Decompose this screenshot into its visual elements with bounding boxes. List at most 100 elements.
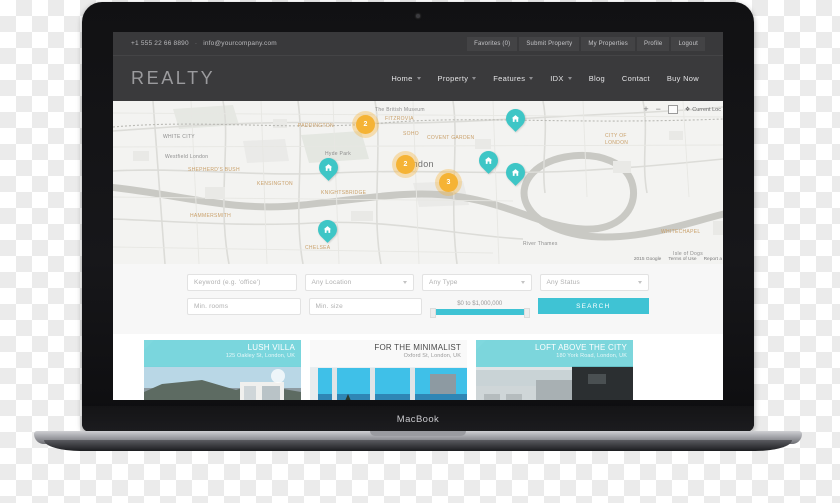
attribution-terms[interactable]: Terms of Use bbox=[668, 257, 696, 262]
nav-item-blog[interactable]: Blog bbox=[589, 74, 605, 83]
map-label: The British Museum bbox=[375, 107, 425, 113]
property-card[interactable]: LOFT ABOVE THE CITY 180 York Road, Londo… bbox=[476, 340, 633, 400]
house-icon bbox=[324, 164, 333, 171]
zoom-out-button[interactable]: − bbox=[656, 105, 661, 114]
laptop-base bbox=[34, 431, 802, 453]
nav-label: Features bbox=[493, 74, 526, 83]
type-value: Any Type bbox=[429, 279, 458, 286]
contact-info: +1 555 22 66 8890 · info@yourcompany.com bbox=[131, 40, 277, 47]
current-location-button[interactable]: ❖ Current Loc bbox=[684, 106, 721, 114]
nav-label: Home bbox=[391, 74, 413, 83]
zoom-in-button[interactable]: + bbox=[643, 105, 648, 114]
laptop-chin: MacBook bbox=[82, 406, 754, 432]
property-address: 125 Oakley St, London, UK bbox=[225, 353, 295, 360]
map-pin-property[interactable] bbox=[475, 147, 502, 176]
nav-item-buy-now[interactable]: Buy Now bbox=[667, 74, 699, 83]
map-label: PADDINGTON bbox=[298, 123, 334, 129]
link-submit-property[interactable]: Submit Property bbox=[519, 36, 580, 51]
price-range-slider[interactable]: $0 to $1,000,000 bbox=[430, 298, 530, 318]
link-profile[interactable]: Profile bbox=[637, 36, 670, 51]
property-caption: LUSH VILLA 125 Oakley St, London, UK bbox=[144, 340, 301, 367]
slider-fill bbox=[433, 309, 527, 315]
map-label: FITZROVIA bbox=[385, 116, 414, 122]
chevron-down-icon bbox=[472, 77, 477, 80]
map-pin-property[interactable] bbox=[502, 159, 529, 188]
map-pin-property[interactable] bbox=[314, 216, 341, 245]
house-icon bbox=[511, 169, 520, 176]
search-form: Keyword (e.g. 'office') Any Location Any… bbox=[187, 274, 649, 322]
slider-handle-min[interactable] bbox=[430, 308, 436, 318]
link-logout[interactable]: Logout bbox=[671, 36, 705, 51]
webcam-icon bbox=[416, 14, 420, 18]
location-value: Any Location bbox=[311, 279, 352, 286]
property-card[interactable]: LUSH VILLA 125 Oakley St, London, UK bbox=[144, 340, 301, 400]
slider-handle-max[interactable] bbox=[523, 308, 530, 318]
nav-item-contact[interactable]: Contact bbox=[622, 74, 650, 83]
property-title: FOR THE MINIMALIST bbox=[374, 343, 461, 352]
link-favorites[interactable]: Favorites (0) bbox=[467, 36, 518, 51]
laptop-lid: +1 555 22 66 8890 · info@yourcompany.com… bbox=[82, 2, 754, 432]
map-tiles bbox=[113, 101, 723, 264]
map-label: COVENT GARDEN bbox=[427, 135, 475, 141]
map-label: WHITECHAPEL bbox=[661, 229, 701, 235]
link-my-properties[interactable]: My Properties bbox=[581, 36, 636, 51]
attribution-report[interactable]: Report a bbox=[704, 257, 722, 262]
slider-track[interactable] bbox=[430, 308, 530, 318]
house-icon bbox=[511, 115, 520, 122]
chevron-down-icon bbox=[529, 77, 534, 80]
map-cluster-marker[interactable]: 3 bbox=[439, 173, 458, 192]
type-select[interactable]: Any Type bbox=[422, 274, 532, 291]
keyword-placeholder: Keyword (e.g. 'office') bbox=[194, 279, 261, 286]
house-icon bbox=[484, 157, 493, 164]
current-location-label: Current Loc bbox=[692, 106, 721, 113]
nav-item-idx[interactable]: IDX bbox=[550, 74, 572, 83]
map-label: KENSINGTON bbox=[257, 181, 293, 187]
status-value: Any Status bbox=[546, 279, 580, 286]
min-rooms-placeholder: Min. rooms bbox=[194, 303, 229, 310]
nav-item-features[interactable]: Features bbox=[493, 74, 534, 83]
house-icon bbox=[323, 226, 332, 233]
map-cluster-marker[interactable]: 2 bbox=[356, 115, 375, 134]
attribution-google: 2015 Google bbox=[633, 257, 662, 262]
main-navigation: Home Property Features IDX Blog Contact … bbox=[391, 74, 705, 83]
map-hero[interactable]: London PADDINGTON WHITE CITY Westfield L… bbox=[113, 101, 723, 264]
min-rooms-input[interactable]: Min. rooms bbox=[187, 298, 301, 315]
chevron-down-icon bbox=[416, 77, 421, 80]
crosshair-icon: ❖ bbox=[684, 107, 691, 113]
property-caption: FOR THE MINIMALIST Oxford St, London, UK bbox=[310, 340, 467, 367]
separator-dot: · bbox=[194, 40, 198, 47]
map-label: HAMMERSMITH bbox=[190, 213, 232, 219]
nav-item-property[interactable]: Property bbox=[438, 74, 477, 83]
map-type-icon[interactable] bbox=[667, 105, 678, 114]
min-size-input[interactable]: Min. size bbox=[308, 298, 422, 315]
site-logo[interactable]: REALTY bbox=[131, 68, 215, 89]
nav-label: IDX bbox=[550, 74, 564, 83]
map-label: SOHO bbox=[403, 131, 419, 137]
property-address: 180 York Road, London, UK bbox=[556, 353, 627, 360]
map-label: Westfield London bbox=[165, 154, 209, 160]
property-search-section: Keyword (e.g. 'office') Any Location Any… bbox=[113, 264, 723, 334]
min-size-placeholder: Min. size bbox=[315, 303, 343, 310]
utility-topbar: +1 555 22 66 8890 · info@yourcompany.com… bbox=[113, 32, 723, 55]
macbook-mockup: +1 555 22 66 8890 · info@yourcompany.com… bbox=[82, 2, 754, 432]
map-cluster-marker[interactable]: 2 bbox=[396, 155, 415, 174]
nav-label: Blog bbox=[588, 74, 605, 83]
price-range-label: $0 to $1,000,000 bbox=[457, 301, 503, 307]
base-notch bbox=[370, 431, 466, 436]
chevron-down-icon bbox=[403, 281, 407, 284]
nav-item-home[interactable]: Home bbox=[391, 74, 421, 83]
email-address[interactable]: info@yourcompany.com bbox=[203, 40, 277, 47]
map-pin-property[interactable] bbox=[502, 105, 529, 134]
device-label: MacBook bbox=[396, 413, 440, 425]
property-title: LOFT ABOVE THE CITY bbox=[535, 343, 627, 352]
account-links: Favorites (0) Submit Property My Propert… bbox=[467, 36, 705, 51]
location-select[interactable]: Any Location bbox=[304, 274, 414, 291]
property-card[interactable]: FOR THE MINIMALIST Oxford St, London, UK bbox=[310, 340, 467, 400]
status-select[interactable]: Any Status bbox=[539, 274, 649, 291]
keyword-input[interactable]: Keyword (e.g. 'office') bbox=[187, 274, 297, 291]
phone-number: +1 555 22 66 8890 bbox=[131, 40, 189, 47]
map-pin-property[interactable] bbox=[315, 154, 342, 183]
search-button[interactable]: SEARCH bbox=[537, 298, 649, 314]
featured-properties: LUSH VILLA 125 Oakley St, London, UK FOR… bbox=[113, 334, 723, 400]
map-controls: + − ❖ Current Loc bbox=[643, 105, 721, 114]
